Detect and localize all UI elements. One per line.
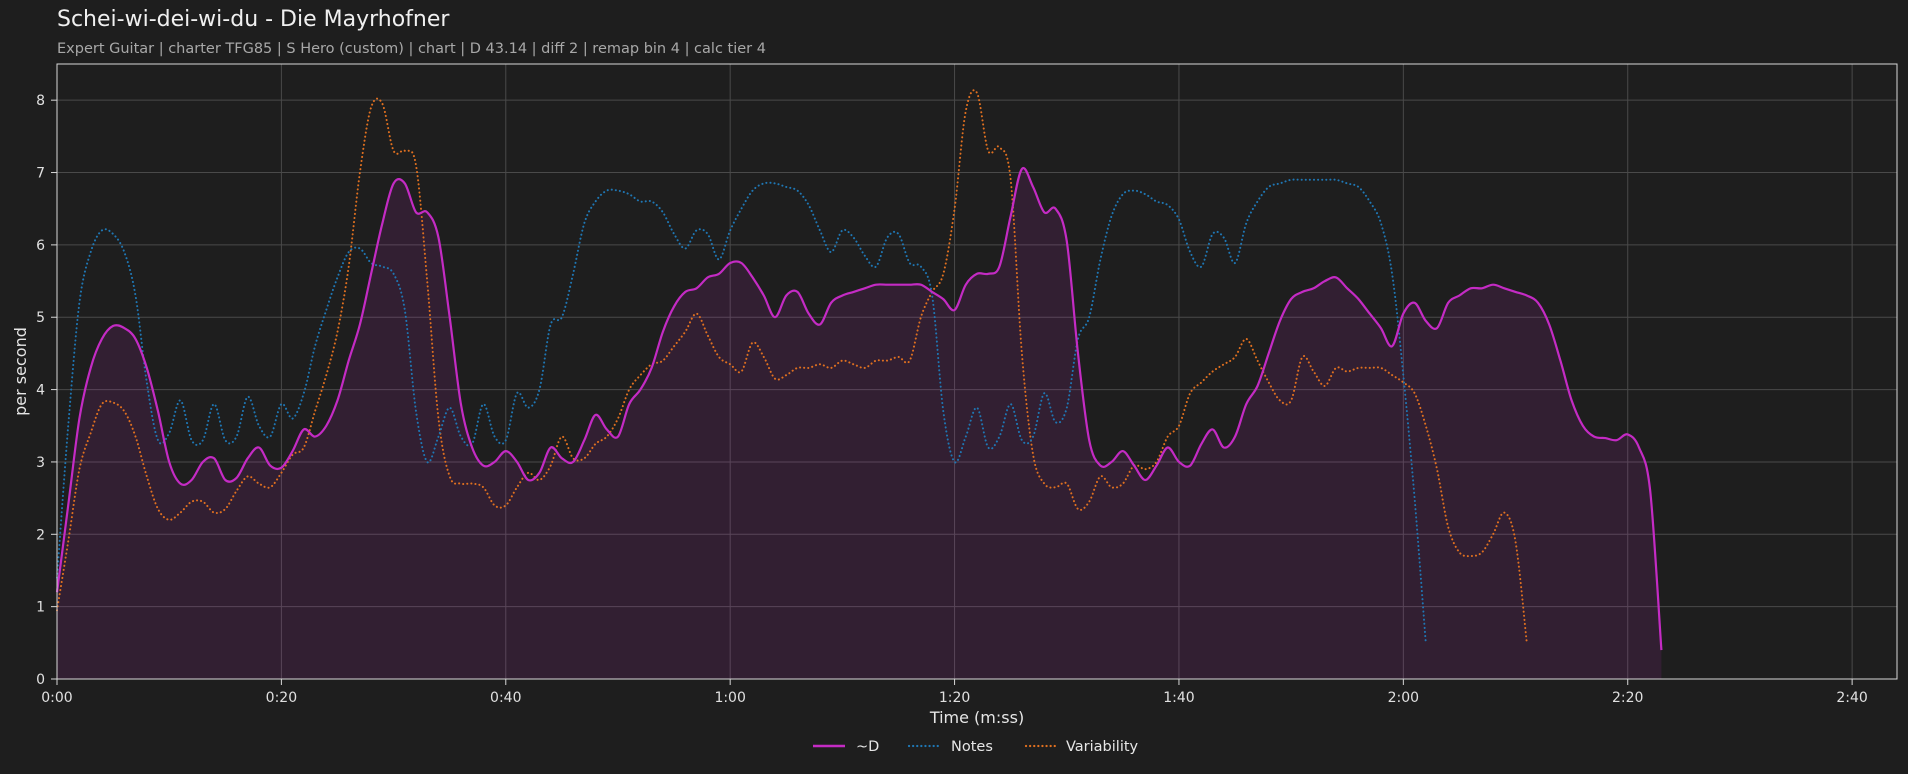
x-tick-label: 0:00 [41,690,72,706]
y-tick-label: 4 [36,383,45,399]
y-tick-label: 2 [36,527,45,543]
x-axis-label: Time (m:ss) [929,708,1024,727]
legend-label-variability: Variability [1066,739,1139,755]
x-tick-label: 1:40 [1163,690,1194,706]
x-tick-label: 2:40 [1836,690,1867,706]
legend-label-d: ~D [856,739,879,755]
y-tick-label: 7 [36,166,45,182]
y-tick-label: 3 [36,455,45,471]
line-chart: 0:00 0:20 0:40 1:00 1:20 1:40 2:00 2:20 2:40 0 1 2 3… [11,63,1898,755]
y-tick-label: 1 [36,600,45,616]
x-tick-label: 1:20 [939,690,970,706]
y-tick-label: 6 [36,238,45,254]
y-tick-label: 8 [36,93,45,109]
legend: ~D Notes Variability [813,739,1139,755]
x-tick-label: 1:00 [714,690,745,706]
x-tick-label: 0:20 [266,690,297,706]
x-tick-label: 2:20 [1612,690,1643,706]
x-tick-label: 2:00 [1388,690,1419,706]
legend-label-notes: Notes [951,739,993,755]
y-axis-label: per second [11,327,30,416]
y-tick-label: 0 [36,672,45,688]
x-tick-label: 0:40 [490,690,521,706]
y-tick-label: 5 [36,310,45,326]
